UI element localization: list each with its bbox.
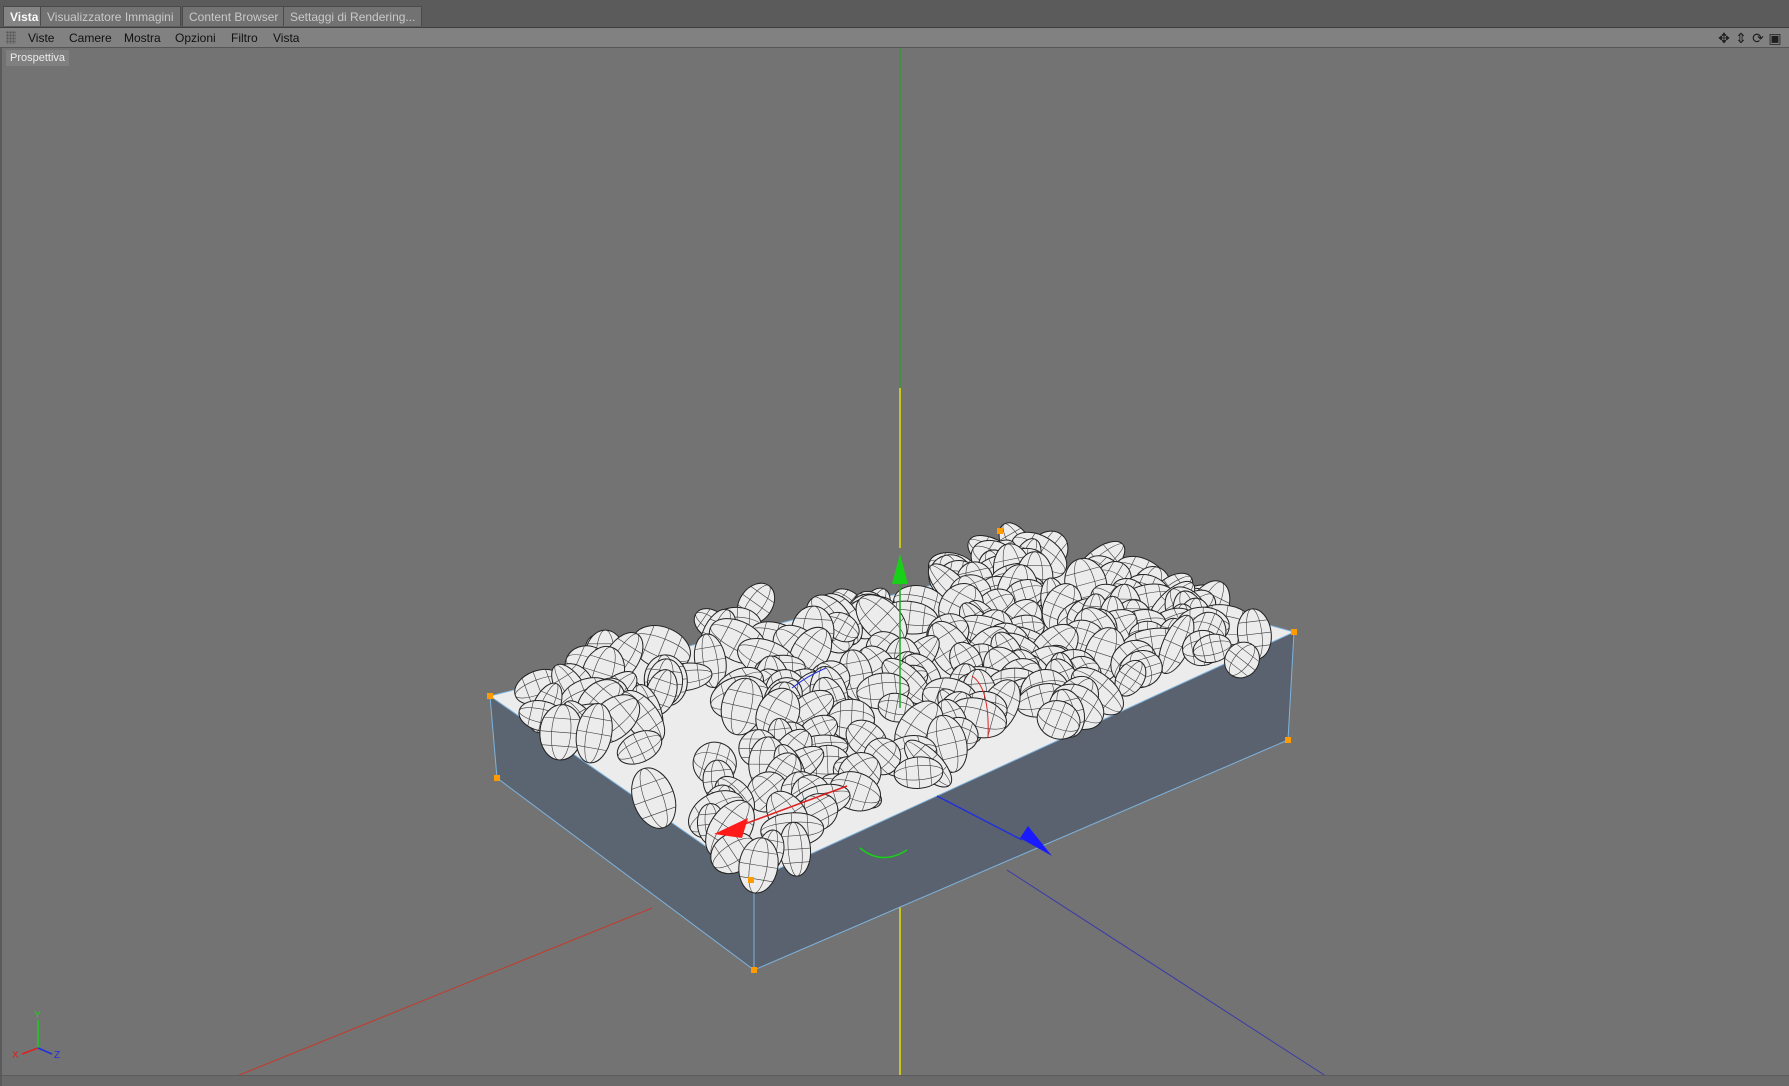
drag-grip-icon[interactable] — [6, 31, 16, 44]
rotate-view-icon[interactable]: ⟳ — [1750, 30, 1766, 46]
axis-indicator-z-label: Z — [54, 1050, 60, 1061]
world-x-axis-line — [231, 907, 653, 1079]
menu-vista[interactable]: Vista — [273, 28, 299, 48]
menu-camere[interactable]: Camere — [69, 28, 112, 48]
box-handle[interactable] — [1285, 737, 1291, 743]
viewport-bottom-strip — [2, 1075, 1789, 1086]
viewport-menu-bar: Viste Camere Mostra Opzioni Filtro Vista… — [0, 28, 1789, 48]
tab-settaggi-rendering[interactable]: Settaggi di Rendering... — [283, 6, 423, 26]
tab-bar: Vista Visualizzatore Immagini Content Br… — [0, 0, 1789, 28]
box-handle[interactable] — [997, 528, 1003, 534]
menu-viste[interactable]: Viste — [28, 28, 54, 48]
world-z-axis-line — [1006, 869, 1333, 1081]
viewport-perspective[interactable]: Y X Z Prospettiva — [0, 48, 1789, 1086]
menu-opzioni[interactable]: Opzioni — [175, 28, 216, 48]
axis-indicator-y-label: Y — [34, 1010, 41, 1021]
scene-canvas[interactable]: Y X Z — [2, 48, 1789, 1086]
toggle-layout-icon[interactable]: ▣ — [1767, 30, 1783, 46]
camera-label[interactable]: Prospettiva — [6, 50, 70, 66]
move-view-icon[interactable]: ✥ — [1716, 30, 1732, 46]
tab-content-browser[interactable]: Content Browser — [182, 6, 286, 26]
gizmo-y-arrow-icon[interactable] — [892, 554, 908, 584]
menu-mostra[interactable]: Mostra — [124, 28, 161, 48]
axis-indicator: Y X Z — [12, 1010, 60, 1061]
box-handle[interactable] — [751, 967, 757, 973]
menu-filtro[interactable]: Filtro — [231, 28, 258, 48]
axis-indicator-x-label: X — [12, 1050, 19, 1061]
tab-visualizzatore-immagini[interactable]: Visualizzatore Immagini — [40, 6, 181, 26]
box-handle[interactable] — [487, 693, 493, 699]
box-handle[interactable] — [1291, 629, 1297, 635]
box-handle[interactable] — [748, 877, 754, 883]
box-handle[interactable] — [494, 775, 500, 781]
zoom-view-icon[interactable]: ⇕ — [1733, 30, 1749, 46]
